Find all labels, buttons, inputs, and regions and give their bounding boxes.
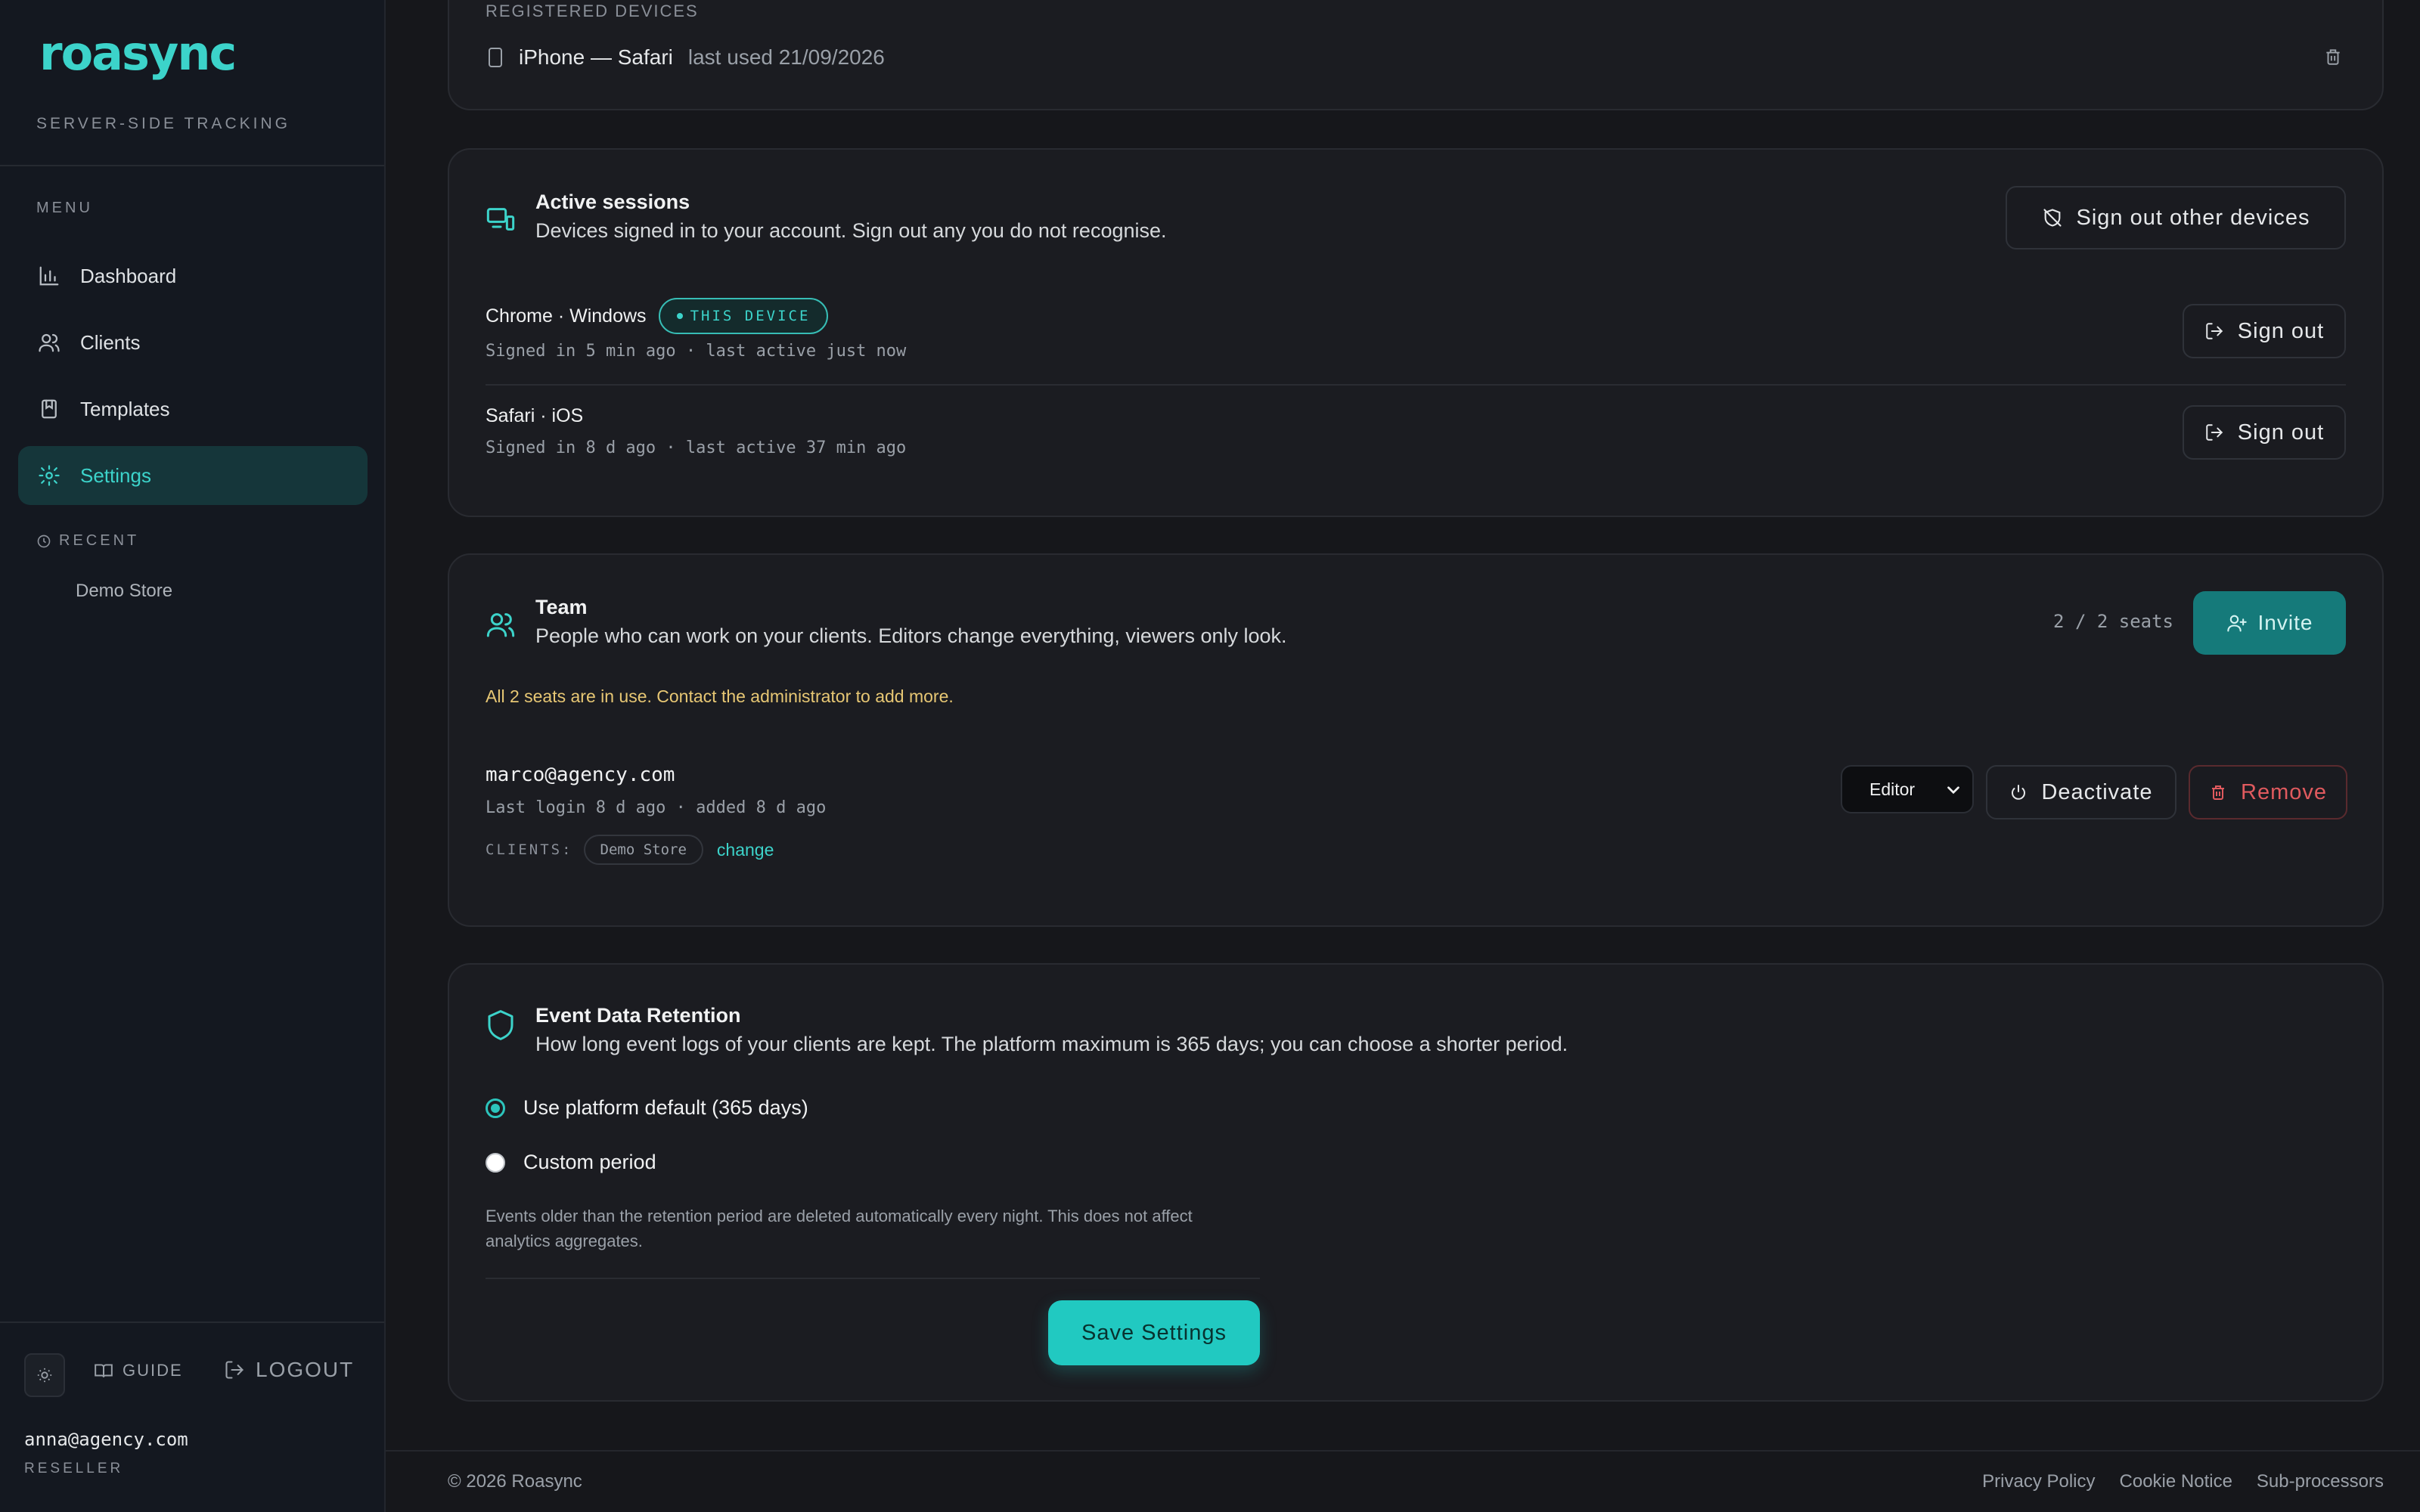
logout-button[interactable]: LOGOUT — [224, 1358, 354, 1382]
logout-icon — [2206, 424, 2223, 441]
device-last-used: last used 21/09/2026 — [687, 45, 885, 69]
session-item-chrome-windows: Chrome · Windows THIS DEVICE — [486, 298, 829, 334]
radio-button[interactable] — [486, 1152, 505, 1173]
devices-icon — [486, 208, 515, 231]
sessions-subtitle: Devices signed in to your account. Sign … — [535, 219, 1167, 242]
remove-device-button[interactable] — [2323, 47, 2343, 70]
sidebar-item-label: Clients — [80, 330, 141, 354]
book-icon — [42, 399, 57, 419]
member-meta: Last login 8 d ago · added 8 d ago — [486, 798, 827, 817]
users-icon — [39, 333, 60, 352]
clock-icon — [37, 534, 51, 547]
users-icon — [486, 613, 515, 637]
radio-button[interactable] — [486, 1098, 505, 1118]
sidebar-item-label: Dashboard — [80, 264, 177, 287]
seats-warning: All 2 seats are in use. Contact the admi… — [486, 686, 954, 706]
theme-toggle-button[interactable] — [24, 1353, 65, 1397]
phone-icon — [489, 48, 502, 67]
sun-icon — [37, 1368, 52, 1383]
registered-devices-heading: REGISTERED DEVICES — [486, 2, 699, 20]
user-plus-icon — [2226, 615, 2247, 632]
team-title: Team — [535, 596, 588, 618]
sidebar-divider — [0, 165, 384, 166]
sidebar-item-clients[interactable]: Clients — [18, 313, 368, 372]
device-name: iPhone — Safari — [519, 45, 673, 69]
footer-link-privacy[interactable]: Privacy Policy — [1982, 1471, 2095, 1492]
session-meta: Signed in 5 min ago · last active just n… — [486, 342, 907, 361]
gear-icon — [39, 465, 60, 486]
brand-logo[interactable]: roasync — [39, 26, 259, 84]
footer-divider — [386, 1450, 2420, 1452]
recent-item-demo-store[interactable]: Demo Store — [76, 581, 172, 602]
session-item-safari-ios: Safari · iOS — [486, 405, 583, 427]
sidebar-item-settings[interactable]: Settings — [18, 446, 368, 505]
active-sessions-card: Active sessions Devices signed in to you… — [448, 148, 2384, 517]
user-role: RESELLER — [24, 1461, 124, 1476]
chart-bar-icon — [39, 266, 59, 286]
sessions-title: Active sessions — [535, 191, 690, 213]
team-subtitle: People who can work on your clients. Edi… — [535, 624, 1287, 647]
trash-icon — [2212, 785, 2224, 800]
role-select[interactable]: Editor — [1841, 765, 1974, 813]
sidebar-item-dashboard[interactable]: Dashboard — [18, 246, 368, 305]
sidebar-bottom-divider — [0, 1321, 384, 1323]
remove-member-button[interactable]: Remove — [2189, 765, 2347, 820]
menu-heading: MENU — [36, 200, 93, 216]
this-device-badge: THIS DEVICE — [658, 298, 829, 334]
session-divider — [486, 384, 2346, 386]
session-name: Chrome · Windows — [486, 305, 647, 327]
svg-text:roasync: roasync — [39, 27, 235, 80]
member-clients: CLIENTS: Demo Store change — [486, 835, 774, 865]
logout-icon — [225, 1361, 244, 1379]
seats-count: 2 / 2 seats — [2053, 611, 2173, 632]
retention-note: Events older than the retention period a… — [486, 1207, 1193, 1250]
retention-option-default[interactable]: Use platform default (365 days) — [486, 1096, 808, 1120]
invite-button[interactable]: Invite — [2193, 591, 2346, 655]
client-chip: Demo Store — [583, 835, 703, 865]
sidebar-item-templates[interactable]: Templates — [18, 380, 368, 438]
retention-subtitle: How long event logs of your clients are … — [535, 1033, 1568, 1055]
deactivate-button[interactable]: Deactivate — [1986, 765, 2176, 820]
brand-tagline: SERVER-SIDE TRACKING — [36, 115, 290, 132]
guide-button[interactable]: GUIDE — [94, 1361, 183, 1380]
status-dot — [676, 313, 683, 319]
sidebar-item-label: Templates — [80, 397, 170, 420]
open-book-icon — [95, 1364, 113, 1377]
shield-off-icon — [2043, 209, 2062, 227]
retention-title: Event Data Retention — [535, 1004, 741, 1027]
footer-link-cookies[interactable]: Cookie Notice — [2120, 1471, 2232, 1492]
footer-link-subprocessors[interactable]: Sub-processors — [2257, 1471, 2384, 1492]
member-email: marco@agency.com — [486, 764, 675, 786]
session-name: Safari · iOS — [486, 405, 584, 426]
footer-links: Privacy Policy Cookie Notice Sub-process… — [1982, 1471, 2384, 1492]
retention-card: Event Data Retention How long event logs… — [448, 963, 2384, 1402]
chevron-down-icon — [1947, 786, 1959, 795]
session-meta: Signed in 8 d ago · last active 37 min a… — [486, 438, 907, 457]
retention-divider — [486, 1278, 1260, 1279]
save-settings-button[interactable]: Save Settings — [1048, 1300, 1260, 1365]
shield-icon — [488, 1010, 513, 1040]
footer-copyright: © 2026 Roasync — [448, 1471, 582, 1492]
power-icon — [2012, 785, 2026, 800]
team-card: Team People who can work on your clients… — [448, 553, 2384, 927]
sidebar: roasync SERVER-SIDE TRACKING MENU Dashbo… — [0, 0, 386, 1512]
trash-icon — [2326, 49, 2340, 65]
user-email: anna@agency.com — [24, 1429, 188, 1450]
change-clients-link[interactable]: change — [717, 840, 774, 860]
registered-devices-card: REGISTERED DEVICES iPhone — Safari last … — [448, 0, 2384, 110]
sign-out-session-button[interactable]: Sign out — [2183, 304, 2346, 358]
registered-device-row: iPhone — Safari last used 21/09/2026 — [487, 45, 885, 70]
sign-out-session-button[interactable]: Sign out — [2183, 405, 2346, 460]
clients-label: CLIENTS: — [486, 841, 573, 858]
retention-option-custom[interactable]: Custom period — [486, 1151, 656, 1174]
sidebar-item-label: Settings — [80, 463, 151, 487]
recent-heading: RECENT — [36, 532, 139, 550]
sign-out-other-devices-button[interactable]: Sign out other devices — [2006, 186, 2346, 249]
logout-icon — [2206, 323, 2223, 339]
